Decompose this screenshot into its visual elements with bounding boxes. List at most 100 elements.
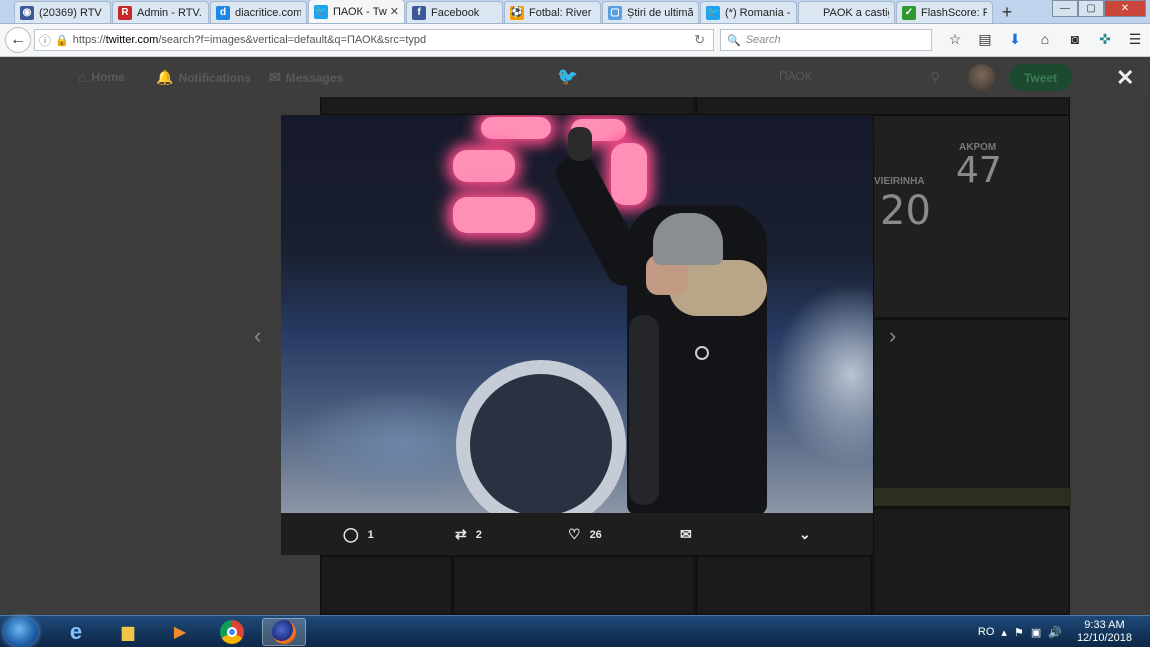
clock-date: 12/10/2018: [1076, 632, 1132, 644]
tab-favicon-icon: ⚽: [510, 5, 524, 20]
grid-tile[interactable]: [873, 319, 1071, 507]
tweet-actions-bar: ◯ 1 ⇄ 2 ♡ 26 ✉ ⌄: [281, 513, 873, 555]
search-icon: 🔍: [727, 34, 741, 47]
browser-search-box[interactable]: 🔍 Search: [720, 29, 932, 51]
jersey-number-1: 20: [880, 188, 931, 234]
tab-favicon-icon: R: [118, 5, 132, 20]
previous-arrow-icon[interactable]: ‹: [254, 323, 261, 349]
grid-tile[interactable]: [696, 556, 872, 615]
nav-home[interactable]: ⌂ Home: [78, 69, 125, 85]
crest-graphic: [456, 360, 626, 513]
close-icon[interactable]: ✕: [1116, 65, 1134, 91]
more-action[interactable]: ⌄: [799, 526, 820, 543]
internet-explorer-icon[interactable]: e: [54, 618, 98, 646]
browser-tab[interactable]: R Admin - RTV.: [112, 1, 209, 23]
grid-tile-players[interactable]: VIEIRINHA 20 AKPOM 47: [873, 115, 1070, 318]
browser-tab[interactable]: f Facebook: [406, 1, 503, 23]
grid-tile[interactable]: [320, 95, 695, 115]
minimize-button[interactable]: —: [1052, 0, 1078, 17]
tab-title: FlashScore: Re: [921, 6, 987, 19]
back-button[interactable]: ←: [5, 27, 31, 53]
tab-favicon-icon: [804, 5, 818, 20]
browser-tab[interactable]: ▢ Știri de ultimă: [602, 1, 699, 23]
url-path: /search?f=images&vertical=default&q=ПАОК…: [158, 34, 427, 46]
chrome-icon[interactable]: [210, 618, 254, 646]
envelope-icon: ✉: [269, 69, 281, 85]
toolbar-icons: ☆ ▤ ⬇ ⌂ ◙ ✜ ☰: [940, 31, 1150, 48]
retweet-action[interactable]: ⇄ 2: [455, 526, 482, 543]
nav-notifications[interactable]: 🔔 Notifications: [156, 69, 251, 86]
nav-messages[interactable]: ✉ Messages: [269, 69, 343, 86]
browser-tab[interactable]: 🐦 (*) Romania -: [700, 1, 797, 23]
grid-tile[interactable]: [453, 556, 695, 615]
bookmark-star-icon[interactable]: ☆: [940, 31, 970, 48]
search-placeholder: Search: [745, 34, 781, 46]
reading-list-icon[interactable]: ▤: [970, 31, 1000, 48]
info-icon[interactable]: ⓘ: [39, 32, 51, 49]
lightbox-photo[interactable]: [281, 115, 873, 513]
flag-icon[interactable]: ⚑: [1014, 626, 1024, 639]
file-explorer-icon[interactable]: ▆: [106, 618, 150, 646]
language-indicator[interactable]: RO: [978, 626, 995, 638]
nav-messages-label: Messages: [285, 70, 344, 85]
chevron-down-icon: ⌄: [799, 526, 811, 542]
start-button[interactable]: [4, 617, 38, 647]
heart-icon: ♡: [568, 526, 581, 542]
maximize-button[interactable]: ▢: [1078, 0, 1104, 17]
tab-list: ◉ (20369) RTV V R Admin - RTV. d diacritice.c…: [14, 0, 994, 23]
screen: ◉ (20369) RTV V R Admin - RTV. d diacritice.c…: [0, 0, 1150, 647]
extension-icon[interactable]: ✜: [1090, 31, 1120, 48]
download-icon[interactable]: ⬇: [1000, 31, 1030, 48]
browser-tab[interactable]: ⚽ Fotbal: River P: [504, 1, 601, 23]
clock[interactable]: 9:33 AM 12/10/2018: [1077, 619, 1132, 645]
new-tab-button[interactable]: +: [994, 1, 1020, 23]
browser-tab[interactable]: PAOK a castigat d: [798, 1, 895, 23]
browser-nav-bar: ← ⓘ 🔒 https:// twitter.com /search?f=ima…: [0, 24, 1150, 57]
reply-count: 1: [367, 528, 374, 541]
nav-notifications-label: Notifications: [178, 70, 252, 85]
tab-close-icon[interactable]: ✕: [390, 5, 399, 18]
direct-message-action[interactable]: ✉: [680, 526, 701, 543]
reload-icon[interactable]: ↻: [694, 32, 705, 48]
browser-tab[interactable]: ◉ (20369) RTV V: [14, 1, 111, 23]
twitter-page: VIEIRINHA 20 AKPOM 47 ⌂ Home 🔔 Notificat…: [0, 57, 1150, 615]
like-action[interactable]: ♡ 26: [568, 526, 602, 543]
search-icon[interactable]: ⚲: [930, 69, 940, 86]
tab-title: Fotbal: River P: [529, 6, 595, 19]
lock-icon: 🔒: [55, 34, 69, 47]
jersey-name-1: VIEIRINHA: [874, 176, 925, 187]
window-close-button[interactable]: ✕: [1104, 0, 1146, 17]
reply-icon: ◯: [343, 526, 359, 542]
tab-favicon-icon: ✓: [902, 5, 916, 20]
pocket-icon[interactable]: ◙: [1060, 31, 1090, 48]
browser-tab[interactable]: d diacritice.com: [210, 1, 307, 23]
avatar[interactable]: [968, 64, 995, 91]
volume-icon[interactable]: 🔊: [1048, 626, 1062, 639]
reply-action[interactable]: ◯ 1: [343, 526, 374, 543]
tab-title: ПАОК - Tw: [333, 5, 387, 18]
grid-tile[interactable]: [320, 556, 452, 615]
retweet-icon: ⇄: [455, 526, 467, 542]
media-player-icon[interactable]: ▶: [158, 618, 202, 646]
coat-badge: [695, 346, 709, 360]
browser-tab[interactable]: ✓ FlashScore: Re: [896, 1, 993, 23]
tab-title: diacritice.com: [235, 6, 301, 19]
tweet-button[interactable]: Tweet: [1009, 64, 1072, 91]
browser-tab[interactable]: 🐦 ПАОК - Tw ✕: [308, 0, 405, 23]
tab-title: Știri de ultimă: [627, 6, 693, 19]
grid-tile[interactable]: [696, 95, 1070, 115]
twitter-bird-icon[interactable]: 🐦: [557, 67, 578, 87]
network-icon[interactable]: ▣: [1031, 626, 1041, 639]
grid-tile[interactable]: [873, 508, 1070, 615]
home-icon: ⌂: [78, 69, 87, 85]
next-arrow-icon[interactable]: ›: [889, 323, 896, 349]
chevron-up-icon[interactable]: ▴: [1001, 626, 1007, 639]
home-icon[interactable]: ⌂: [1030, 31, 1060, 48]
like-count: 26: [589, 528, 602, 541]
address-bar[interactable]: ⓘ 🔒 https:// twitter.com /search?f=image…: [34, 29, 714, 51]
url-host: twitter.com: [105, 34, 159, 46]
twitter-search-query[interactable]: ПАОК: [779, 69, 812, 83]
tab-favicon-icon: 🐦: [314, 4, 328, 19]
menu-icon[interactable]: ☰: [1120, 31, 1150, 48]
firefox-icon[interactable]: [262, 618, 306, 646]
